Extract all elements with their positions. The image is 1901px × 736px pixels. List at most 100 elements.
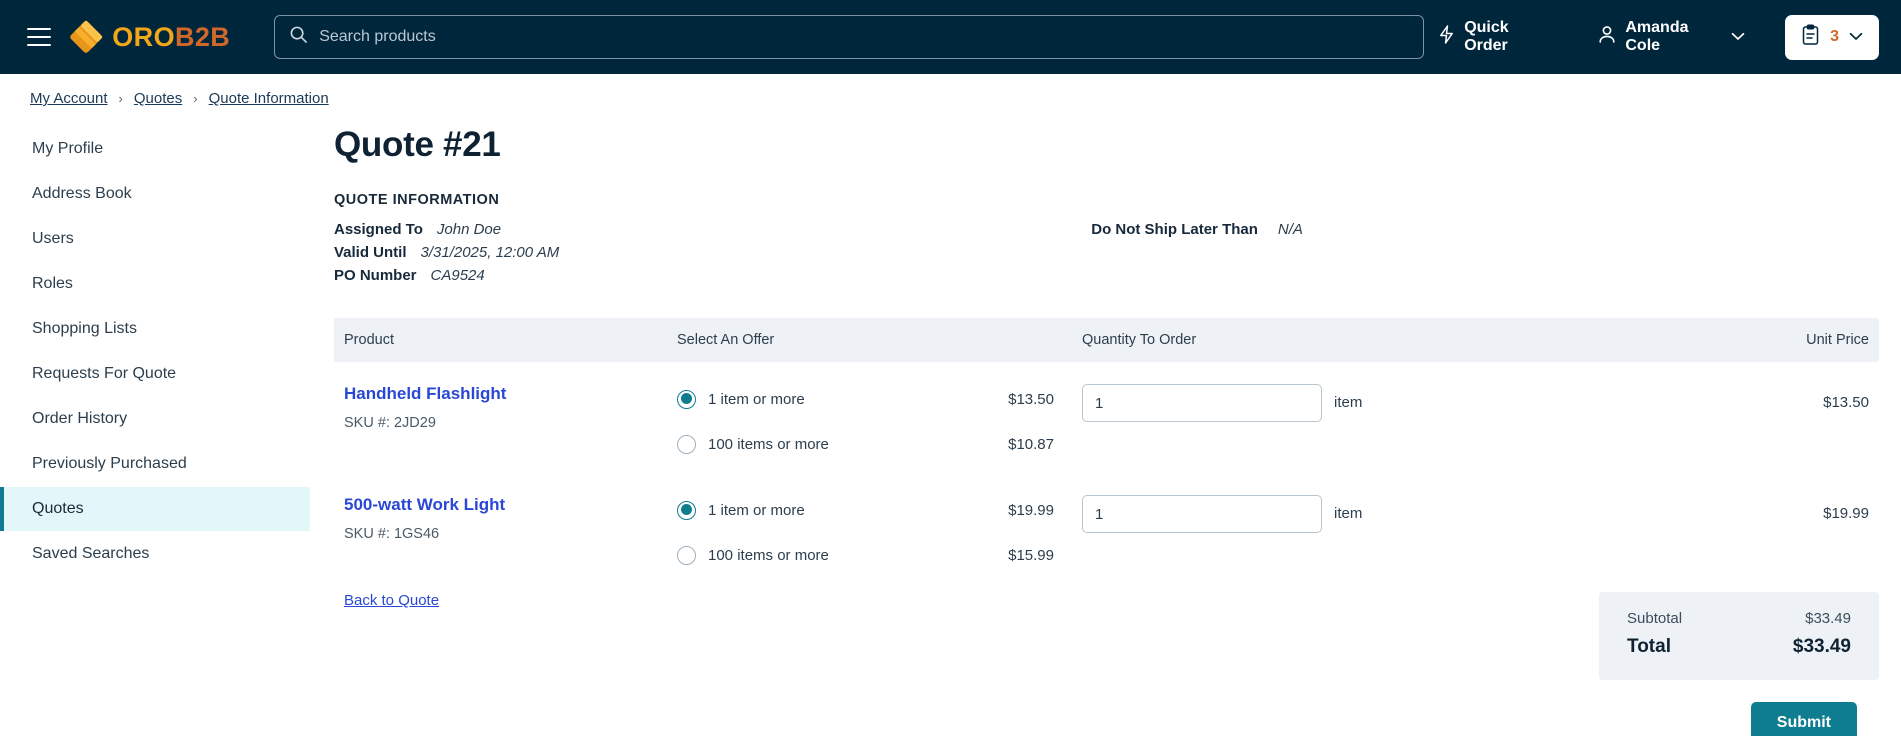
total-value: $33.49 [1792,636,1851,657]
product-sku: SKU #: 2JD29 [344,415,677,431]
sidebar-item-roles[interactable]: Roles [0,262,310,306]
info-value: 3/31/2025, 12:00 AM [420,244,560,261]
quick-order-button[interactable]: Quick Order [1424,11,1566,63]
product-name-link[interactable]: Handheld Flashlight [344,384,677,404]
sidebar-item-order-history[interactable]: Order History [0,397,310,441]
offer-option[interactable]: 100 items or more $15.99 [677,540,1082,570]
info-key: Valid Until [334,244,407,261]
info-value: John Doe [436,221,502,238]
quantity-cell: item [1082,384,1719,459]
info-row-valid-until: Valid Until 3/31/2025, 12:00 AM [334,244,559,261]
sidebar-item-previously-purchased[interactable]: Previously Purchased [0,442,310,486]
product-sku: SKU #: 1GS46 [344,526,677,542]
table-header-row: Product Select An Offer Quantity To Orde… [334,318,1879,362]
subtotal-row: Subtotal $33.49 [1627,610,1851,627]
offer-radio-button[interactable] [677,545,696,565]
sidebar-item-address-book[interactable]: Address Book [0,172,310,216]
info-row-po-number: PO Number CA9524 [334,267,559,284]
hamburger-menu-icon[interactable] [22,20,55,54]
offer-label: 100 items or more [708,546,829,564]
cart-count-badge: 3 [1830,28,1839,45]
product-name-link[interactable]: 500-watt Work Light [344,495,677,515]
cart-button[interactable]: 3 [1785,14,1879,60]
breadcrumb: My Account › Quotes › Quote Information [0,74,1901,117]
offer-option[interactable]: 1 item or more $13.50 [677,384,1082,414]
search-bar[interactable] [274,15,1425,59]
offer-price: $13.50 [1008,390,1054,408]
quantity-cell: item [1082,495,1719,570]
sidebar-item-label: Previously Purchased [32,455,187,472]
quantity-unit-label: item [1334,394,1363,411]
clipboard-list-icon [1801,23,1820,51]
offer-option[interactable]: 1 item or more $19.99 [677,495,1082,525]
page-title: Quote #21 [334,125,501,164]
quantity-input[interactable] [1082,384,1322,422]
sidebar-item-quotes[interactable]: Quotes [0,487,310,531]
quantity-unit-label: item [1334,505,1363,522]
sku-label: SKU #: [344,415,390,431]
column-header-unit-price: Unit Price [1806,332,1869,348]
sidebar-item-label: Requests For Quote [32,365,177,382]
product-cell: Handheld Flashlight SKU #: 2JD29 [334,384,677,459]
info-value: N/A [1277,221,1303,238]
sidebar-item-label: Quotes [32,500,84,517]
search-input[interactable] [319,28,1410,46]
breadcrumb-item-quotes[interactable]: Quotes [134,90,182,107]
offer-radio-button[interactable] [677,434,696,454]
breadcrumb-item-quote-information[interactable]: Quote Information [209,90,329,107]
sku-label: SKU #: [344,526,390,542]
chevron-right-icon: › [118,91,123,106]
product-cell: 500-watt Work Light SKU #: 1GS46 [334,495,677,570]
sidebar-item-label: Order History [32,410,128,427]
offer-option[interactable]: 100 items or more $10.87 [677,429,1082,459]
info-value: CA9524 [430,267,485,284]
quote-info-left-column: Assigned To John Doe Valid Until 3/31/20… [334,221,559,290]
user-icon [1598,25,1616,49]
sidebar-item-label: Shopping Lists [32,320,137,337]
sidebar-item-shopping-lists[interactable]: Shopping Lists [0,307,310,351]
back-to-quote-link[interactable]: Back to Quote [334,592,439,609]
submit-button[interactable]: Submit [1750,702,1857,736]
offer-cell: 1 item or more $13.50 100 items or more … [677,384,1082,459]
sidebar-item-label: My Profile [32,140,104,157]
oro-b2b-logo[interactable]: OROB2B [69,20,230,54]
quote-info-right-column: Do Not Ship Later Than N/A [1091,221,1303,290]
chevron-right-icon: › [193,91,198,106]
info-row-assigned-to: Assigned To John Doe [334,221,559,238]
sidebar-item-my-profile[interactable]: My Profile [0,127,310,171]
submit-zone: Submit [334,702,1879,736]
quote-footer: Back to Quote Subtotal $33.49 Total $33.… [334,592,1879,680]
total-label: Total [1627,636,1671,657]
page-layout: My Profile Address Book Users Roles Shop… [0,117,1901,736]
burger-line [26,44,51,46]
breadcrumb-item-my-account[interactable]: My Account [30,90,108,107]
sku-value: 1GS46 [393,526,440,542]
unit-price-cell: $13.50 [1823,394,1869,411]
quantity-input[interactable] [1082,495,1322,533]
info-key: Do Not Ship Later Than [1091,221,1258,238]
quote-information-grid: Assigned To John Doe Valid Until 3/31/20… [334,221,1879,290]
burger-line [26,36,51,38]
info-key: Assigned To [334,221,423,238]
chevron-down-icon [1849,28,1863,46]
offer-price: $10.87 [1008,435,1054,453]
lightning-bolt-icon [1438,25,1455,49]
offer-cell: 1 item or more $19.99 100 items or more … [677,495,1082,570]
info-key: PO Number [334,267,417,284]
sidebar-item-label: Address Book [32,185,132,202]
info-row-do-not-ship-later-than: Do Not Ship Later Than N/A [1091,221,1303,238]
sidebar-item-users[interactable]: Users [0,217,310,261]
offer-radio-button[interactable] [677,500,696,520]
user-menu-button[interactable]: Amanda Cole [1584,11,1759,63]
oro-diamond-logo-icon [69,20,103,54]
sidebar-item-requests-for-quote[interactable]: Requests For Quote [0,352,310,396]
header-actions: Quick Order Amanda Cole 3 [1424,11,1879,63]
offer-price: $15.99 [1008,546,1054,564]
sidebar-item-saved-searches[interactable]: Saved Searches [0,532,310,576]
subtotal-value: $33.49 [1805,610,1851,627]
offer-radio-button[interactable] [677,389,696,409]
logo-text-secondary: B2B [174,21,231,52]
column-header-quantity-to-order: Quantity To Order [1082,332,1197,348]
table-row: 500-watt Work Light SKU #: 1GS46 1 item … [334,473,1879,584]
sku-value: 2JD29 [393,415,436,431]
